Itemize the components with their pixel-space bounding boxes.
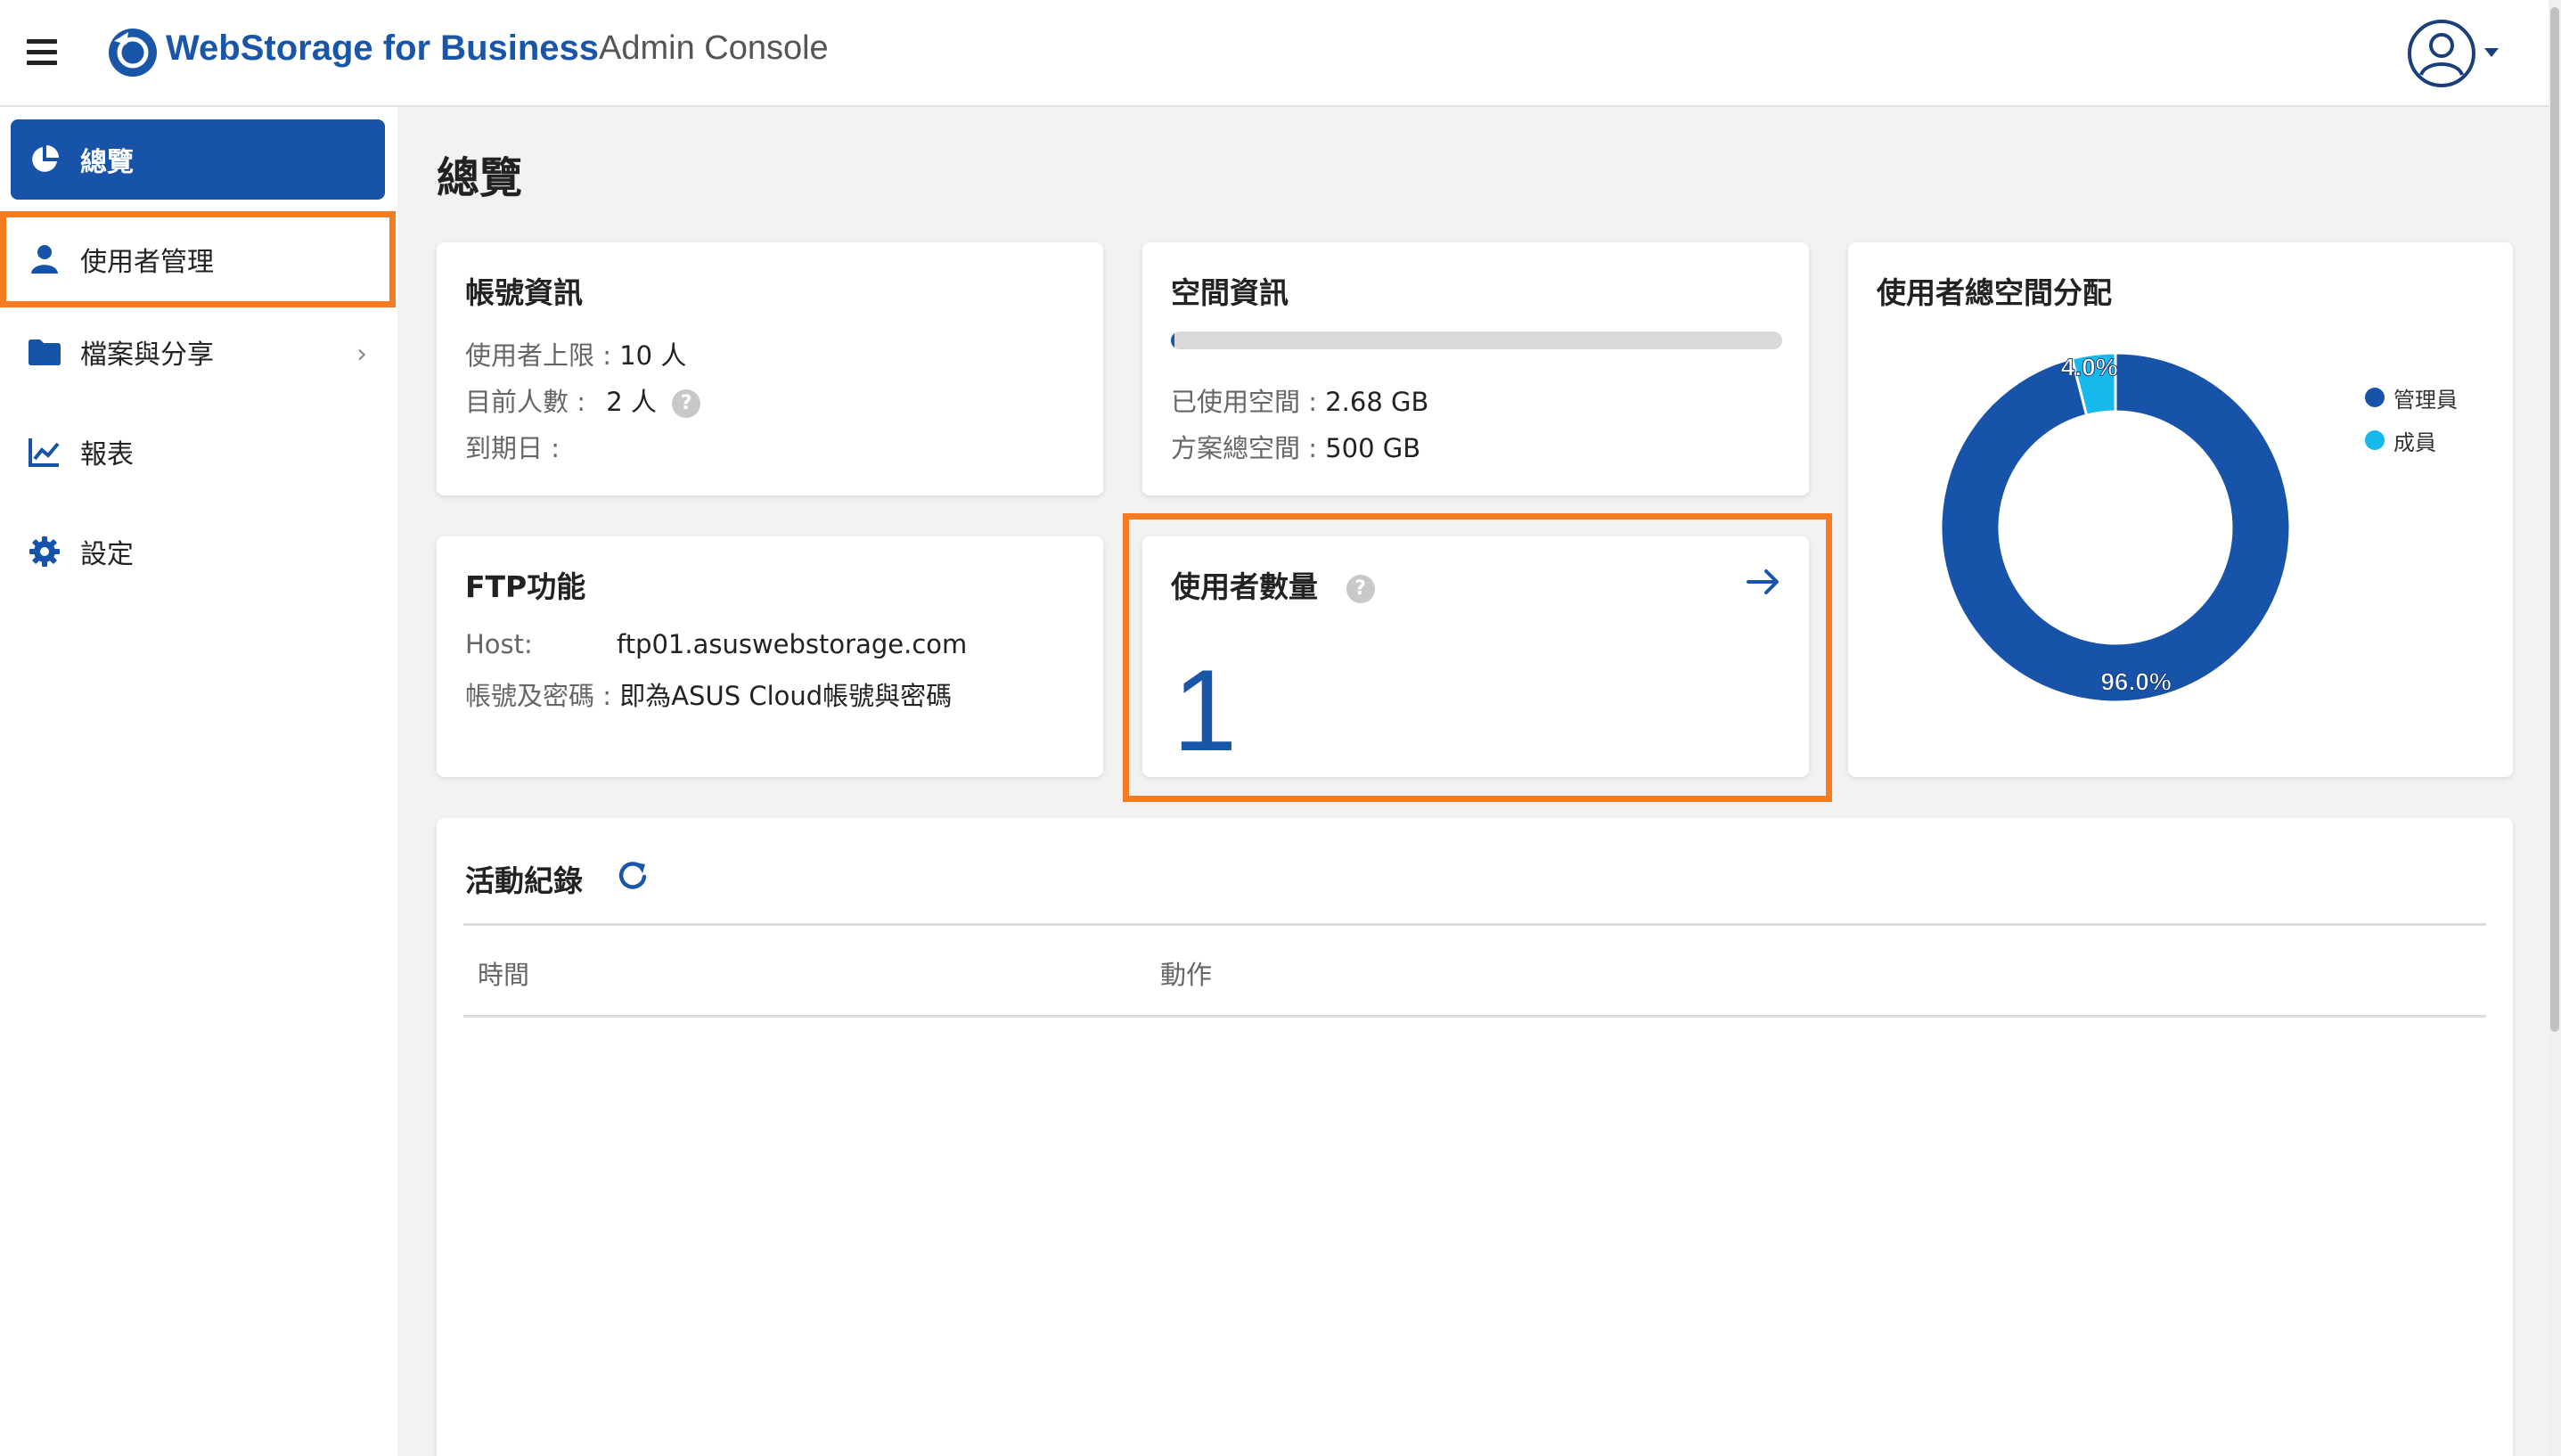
- refresh-icon[interactable]: [615, 857, 650, 893]
- sidebar-item-label: 設定: [80, 539, 134, 570]
- line-chart-icon: [27, 434, 62, 470]
- total-space-row: 方案總空間 : 500 GB: [1171, 428, 1420, 465]
- folder-icon: [27, 334, 62, 370]
- space-allocation-card: 使用者總空間分配 96.0% 4.0% 管理員 成員: [1848, 242, 2513, 777]
- top-header: WebStorage for Business Admin Console: [0, 0, 2561, 107]
- legend-dot: [2365, 388, 2385, 407]
- account-info-card: 帳號資訊 使用者上限 : 10 人 目前人數 : 2 人 ? 到期日 :: [437, 242, 1103, 495]
- brand-subtitle: Admin Console: [599, 29, 829, 67]
- user-count-card[interactable]: 使用者數量 ? 1: [1142, 536, 1809, 777]
- user-limit-value: 10 人: [619, 340, 687, 371]
- current-users-row: 目前人數 : 2 人 ?: [465, 381, 701, 419]
- hamburger-icon[interactable]: [27, 39, 57, 66]
- used-space-row: 已使用空間 : 2.68 GB: [1171, 381, 1428, 419]
- ftp-host-label: Host:: [465, 629, 533, 659]
- legend-label: 管理員: [2393, 387, 2458, 413]
- total-space-label: 方案總空間 :: [1171, 433, 1326, 463]
- user-menu[interactable]: [2406, 18, 2504, 89]
- pie-chart-icon: [27, 142, 62, 177]
- storage-progress-bar: [1171, 331, 1782, 349]
- gear-icon: [27, 534, 62, 569]
- arrow-right-icon[interactable]: [1743, 561, 1784, 602]
- user-icon: [27, 241, 62, 277]
- user-limit-row: 使用者上限 : 10 人: [465, 335, 686, 372]
- help-icon[interactable]: ?: [1346, 574, 1375, 603]
- help-icon[interactable]: ?: [672, 389, 701, 418]
- sidebar-item-label: 檔案與分享: [80, 339, 214, 371]
- legend-item-member[interactable]: 成員: [2365, 419, 2458, 462]
- sidebar-item-user-management[interactable]: 使用者管理: [11, 219, 385, 299]
- user-limit-label: 使用者上限 :: [465, 340, 620, 371]
- sidebar-item-label: 總覽: [80, 147, 134, 178]
- user-count-value: 1: [1173, 645, 1238, 775]
- sidebar-item-label: 使用者管理: [80, 247, 214, 278]
- storage-progress-fill: [1171, 331, 1174, 349]
- card-title: 空間資訊: [1171, 275, 1289, 310]
- current-users-value: 2 人: [606, 387, 657, 417]
- chart-legend: 管理員 成員: [2365, 376, 2458, 462]
- expiry-label: 到期日 :: [465, 433, 560, 463]
- ftp-credentials-value: 即為ASUS Cloud帳號與密碼: [619, 681, 953, 711]
- legend-item-admin[interactable]: 管理員: [2365, 376, 2458, 419]
- legend-label: 成員: [2393, 429, 2436, 455]
- card-title: 活動紀錄: [465, 863, 583, 898]
- sidebar-item-overview[interactable]: 總覽: [11, 119, 385, 200]
- user-avatar-icon[interactable]: [2406, 18, 2477, 89]
- ftp-credentials-label: 帳號及密碼 :: [465, 681, 620, 711]
- scrollbar-thumb[interactable]: [2550, 7, 2559, 1032]
- used-space-label: 已使用空間 :: [1171, 387, 1326, 417]
- page-title: 總覽: [437, 153, 523, 203]
- sidebar-item-reports[interactable]: 報表: [11, 412, 385, 492]
- ftp-host-value: ftp01.asuswebstorage.com: [617, 629, 968, 659]
- chevron-down-icon[interactable]: [2484, 48, 2499, 57]
- ftp-card: FTP功能 Host: ftp01.asuswebstorage.com 帳號及密…: [437, 536, 1103, 777]
- user-count-title: 使用者數量: [1171, 569, 1318, 604]
- expiry-row: 到期日 :: [465, 428, 560, 465]
- activity-log-card: 活動紀錄 時間 動作: [437, 818, 2513, 1456]
- ftp-credentials-row: 帳號及密碼 : 即為ASUS Cloud帳號與密碼: [465, 675, 952, 713]
- donut-data-label: 4.0%: [2061, 353, 2118, 380]
- card-title: 使用者數量 ?: [1171, 563, 1375, 606]
- space-allocation-donut-chart: 96.0% 4.0%: [1939, 351, 2292, 704]
- card-title: 帳號資訊: [465, 275, 583, 310]
- brand-name[interactable]: WebStorage for Business: [166, 29, 599, 69]
- sidebar-item-label: 報表: [80, 439, 134, 470]
- used-space-value: 2.68 GB: [1325, 387, 1429, 417]
- sidebar: 總覽 使用者管理 檔案與分享 › 報表 設定: [0, 107, 397, 1456]
- ftp-host-row: Host: ftp01.asuswebstorage.com: [465, 629, 967, 659]
- card-title: 使用者總空間分配: [1877, 275, 2112, 310]
- legend-dot: [2365, 430, 2385, 450]
- sidebar-item-files-sharing[interactable]: 檔案與分享 ›: [11, 312, 385, 392]
- column-header-action[interactable]: 動作: [1160, 954, 1212, 992]
- donut-data-label: 96.0%: [2100, 668, 2171, 696]
- space-info-card: 空間資訊 已使用空間 : 2.68 GB 方案總空間 : 500 GB: [1142, 242, 1809, 495]
- webstorage-logo-icon[interactable]: [105, 25, 160, 80]
- current-users-label: 目前人數 :: [465, 387, 594, 417]
- column-header-time[interactable]: 時間: [478, 954, 529, 992]
- chevron-right-icon[interactable]: ›: [356, 339, 367, 370]
- card-title: FTP功能: [465, 569, 586, 604]
- total-space-value: 500 GB: [1325, 433, 1421, 463]
- activity-table-header: 時間 動作: [463, 923, 2486, 1018]
- sidebar-item-settings[interactable]: 設定: [11, 511, 385, 592]
